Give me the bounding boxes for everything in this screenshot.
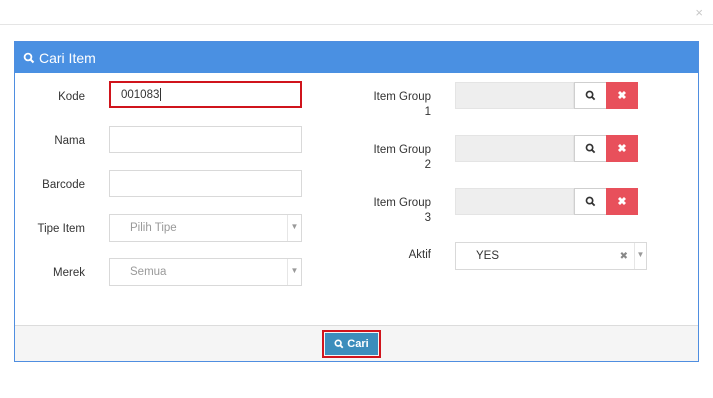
item-group-2-search-button[interactable] <box>574 135 607 162</box>
text-cursor <box>160 88 162 101</box>
tipe-item-select[interactable]: Pilih Tipe ▼ <box>109 214 302 242</box>
nama-label: Nama <box>54 135 85 147</box>
item-group-2-label-line2: 2 <box>424 159 431 171</box>
item-group-1-input[interactable] <box>455 82 574 109</box>
aktif-select[interactable]: YES ✖ ▼ <box>455 242 647 270</box>
kode-label: Kode <box>58 91 85 103</box>
merek-label: Merek <box>53 267 85 279</box>
item-group-3-label-line2: 3 <box>424 212 431 224</box>
close-icon: ✖ <box>617 90 627 102</box>
search-icon <box>23 52 35 63</box>
chevron-down-icon: ▼ <box>634 243 646 269</box>
cari-item-panel: Cari Item Kode 001083 Nama Barcode Tipe … <box>14 41 699 362</box>
item-group-3-clear-button[interactable]: ✖ <box>606 188 638 215</box>
item-group-1-label-line1: Item Group <box>373 91 431 103</box>
panel-footer: Cari <box>15 325 698 361</box>
item-group-1-clear-button[interactable]: ✖ <box>606 82 638 109</box>
cari-button-label: Cari <box>347 338 369 350</box>
search-icon <box>585 143 596 154</box>
item-group-3-label: Item Group 3 <box>365 196 431 226</box>
tipe-item-placeholder: Pilih Tipe <box>130 222 177 234</box>
item-group-2-label: Item Group 2 <box>365 143 431 173</box>
cari-button-highlight: Cari <box>322 330 381 358</box>
panel-header: Cari Item <box>15 42 698 73</box>
item-group-3-label-line1: Item Group <box>373 197 431 209</box>
barcode-input[interactable] <box>109 170 302 197</box>
barcode-label: Barcode <box>42 179 85 191</box>
item-group-1-label: Item Group 1 <box>365 90 431 120</box>
chevron-down-icon: ▼ <box>287 215 301 241</box>
kode-value: 001083 <box>121 88 160 101</box>
merek-select[interactable]: Semua ▼ <box>109 258 302 286</box>
close-icon: ✖ <box>617 196 627 208</box>
clear-selection-icon[interactable]: ✖ <box>620 251 628 262</box>
close-icon: ✖ <box>617 143 627 155</box>
item-group-2-label-line1: Item Group <box>373 144 431 156</box>
nama-input[interactable] <box>109 126 302 153</box>
aktif-value: YES <box>476 250 500 262</box>
kode-input[interactable]: 001083 <box>109 81 302 108</box>
item-group-3-input[interactable] <box>455 188 574 215</box>
search-icon <box>585 196 596 207</box>
search-icon <box>585 90 596 101</box>
modal-top-bar: × <box>0 0 713 25</box>
merek-placeholder: Semua <box>130 266 167 278</box>
close-icon[interactable]: × <box>695 6 703 19</box>
chevron-down-icon: ▼ <box>287 259 301 285</box>
aktif-label: Aktif <box>408 249 431 261</box>
tipe-item-label: Tipe Item <box>37 223 85 235</box>
panel-title: Cari Item <box>39 49 96 66</box>
search-icon <box>334 339 344 349</box>
item-group-3-search-button[interactable] <box>574 188 607 215</box>
item-group-1-search-button[interactable] <box>574 82 607 109</box>
item-group-2-clear-button[interactable]: ✖ <box>606 135 638 162</box>
item-group-2-input[interactable] <box>455 135 574 162</box>
cari-button[interactable]: Cari <box>325 333 378 355</box>
item-group-1-label-line2: 1 <box>424 106 431 118</box>
